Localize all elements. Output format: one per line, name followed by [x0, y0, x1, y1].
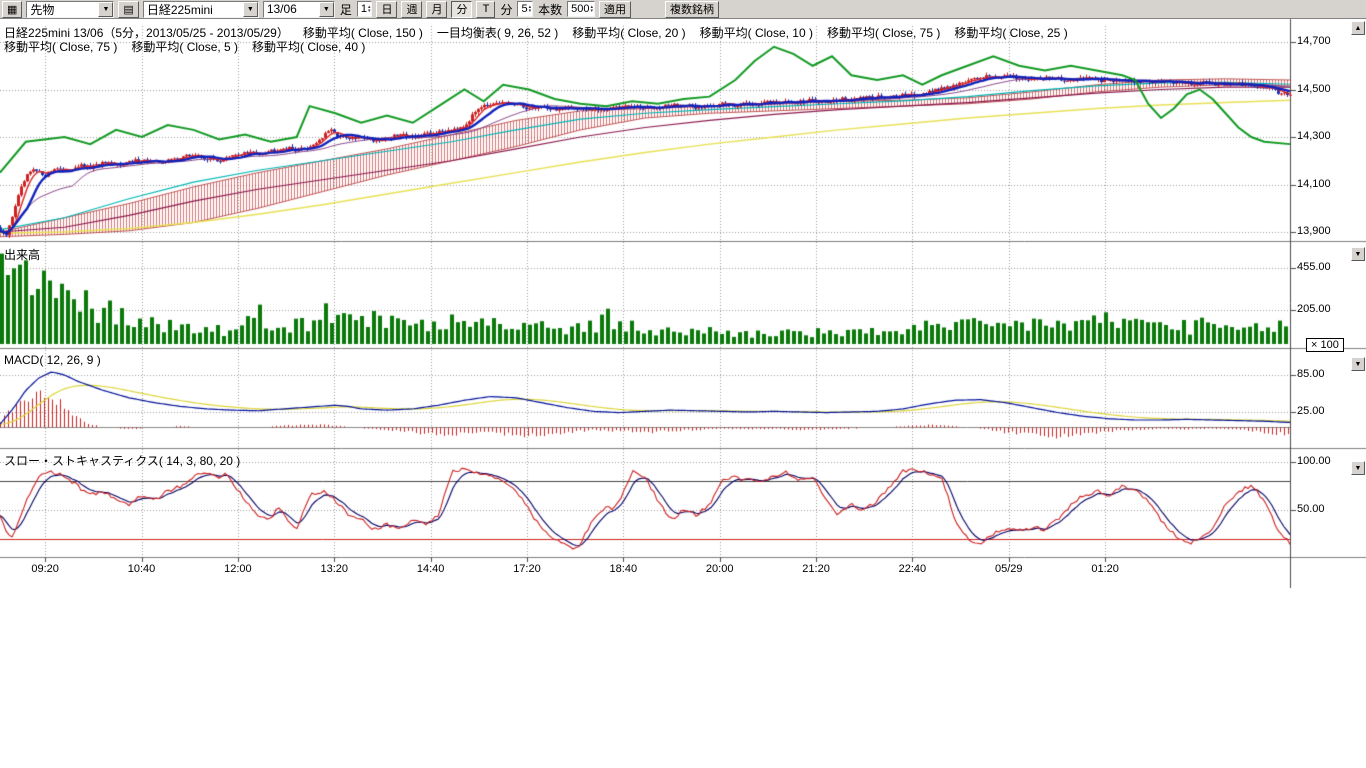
- period-week-button[interactable]: 週: [401, 1, 422, 18]
- indicator-label: 移動平均( Close, 25 ): [954, 24, 1067, 41]
- bar-type-label: 足: [339, 1, 353, 18]
- symbol-value: 日経225mini: [144, 1, 243, 18]
- time-axis-label: 09:20: [31, 563, 59, 575]
- grid-icon: ▦: [7, 3, 17, 16]
- spin-down-icon[interactable]: ▾: [529, 9, 532, 13]
- price-chart-canvas: [0, 0, 1366, 768]
- down-arrow-icon: ▼: [1355, 251, 1362, 258]
- spin-down-icon[interactable]: ▾: [368, 9, 371, 13]
- spinner-icon[interactable]: ▴▾: [529, 5, 532, 13]
- price-axis-label: 14,100: [1297, 178, 1331, 190]
- volume-panel-label: 出来高: [4, 246, 40, 263]
- minute-label: 分: [499, 1, 513, 18]
- stoch-axis-label: 100.00: [1297, 455, 1331, 467]
- macd-axis-scroll-down-button[interactable]: ▼: [1351, 357, 1365, 371]
- price-axis-label: 13,900: [1297, 225, 1331, 237]
- chevron-down-icon[interactable]: ▼: [319, 2, 334, 17]
- price-axis-scroll-up-button[interactable]: ▲: [1351, 21, 1365, 35]
- volume-multiplier-badge: × 100: [1306, 338, 1344, 352]
- price-axis-label: 14,700: [1297, 35, 1331, 47]
- bars-value: 500: [571, 3, 589, 15]
- minute-value: 5: [521, 3, 527, 15]
- period-tick-button[interactable]: T: [476, 1, 495, 18]
- time-axis-label: 12:00: [224, 563, 252, 575]
- price-axis-label: 14,500: [1297, 83, 1331, 95]
- layout-button[interactable]: ▦: [2, 1, 22, 18]
- time-axis-label: 18:40: [610, 563, 638, 575]
- indicator-label: 移動平均( Close, 5 ): [131, 38, 238, 55]
- minute-input[interactable]: 5 ▴▾: [517, 1, 533, 17]
- macd-axis-label: 85.00: [1297, 368, 1325, 380]
- price-axis-label: 14,300: [1297, 130, 1331, 142]
- time-axis-label: 05/29: [995, 563, 1023, 575]
- chart-header-line2: 移動平均( Close, 75 ) 移動平均( Close, 5 ) 移動平均( C…: [4, 38, 365, 55]
- stoch-axis-label: 50.00: [1297, 503, 1325, 515]
- time-axis-label: 17:20: [513, 563, 541, 575]
- indicator-label: 移動平均( Close, 20 ): [572, 24, 685, 41]
- macd-axis-label: 25.00: [1297, 405, 1325, 417]
- chevron-down-icon[interactable]: ▼: [243, 2, 258, 17]
- spinner-icon[interactable]: ▴▾: [368, 5, 371, 13]
- period-day-button[interactable]: 日: [376, 1, 397, 18]
- instrument-type-dropdown[interactable]: 先物 ▼: [26, 1, 114, 18]
- indicator-label: 一目均衡表( 9, 26, 52 ): [437, 24, 558, 41]
- symbol-list-button[interactable]: ▤: [118, 1, 138, 18]
- indicator-label: 移動平均( Close, 40 ): [252, 38, 365, 55]
- chevron-down-icon[interactable]: ▼: [98, 2, 113, 17]
- volume-axis-label: 205.00: [1297, 303, 1331, 315]
- spin-down-icon[interactable]: ▾: [591, 9, 594, 13]
- main-toolbar: ▦ 先物 ▼ ▤ 日経225mini ▼ 13/06 ▼ 足 1 ▴▾ 日 週 …: [0, 0, 1366, 19]
- toolbar-spacer: [635, 9, 661, 10]
- down-arrow-icon: ▼: [1355, 465, 1362, 472]
- down-arrow-icon: ▼: [1355, 361, 1362, 368]
- time-axis-label: 01:20: [1091, 563, 1119, 575]
- chart-application-window: ▦ 先物 ▼ ▤ 日経225mini ▼ 13/06 ▼ 足 1 ▴▾ 日 週 …: [0, 0, 1366, 768]
- time-axis-label: 10:40: [128, 563, 156, 575]
- bars-label: 本数: [537, 1, 563, 18]
- volume-axis-scroll-down-button[interactable]: ▼: [1351, 247, 1365, 261]
- period-month-button[interactable]: 月: [426, 1, 447, 18]
- stoch-panel-label: スロー・ストキャスティクス( 14, 3, 80, 20 ): [4, 452, 240, 469]
- symbol-dropdown[interactable]: 日経225mini ▼: [143, 1, 259, 18]
- up-arrow-icon: ▲: [1355, 25, 1362, 32]
- list-icon: ▤: [123, 3, 133, 16]
- contract-month-dropdown[interactable]: 13/06 ▼: [263, 1, 335, 18]
- indicator-label: 移動平均( Close, 75 ): [4, 38, 117, 55]
- bars-input[interactable]: 500 ▴▾: [567, 1, 595, 17]
- instrument-type-value: 先物: [27, 1, 98, 18]
- time-axis-label: 13:20: [320, 563, 348, 575]
- time-axis-label: 21:20: [802, 563, 830, 575]
- apply-button[interactable]: 適用: [599, 1, 631, 18]
- interval-input[interactable]: 1 ▴▾: [357, 1, 373, 17]
- multi-symbol-button[interactable]: 複数銘柄: [665, 1, 719, 18]
- time-axis-label: 20:00: [706, 563, 734, 575]
- spinner-icon[interactable]: ▴▾: [591, 5, 594, 13]
- indicator-label: 移動平均( Close, 10 ): [700, 24, 813, 41]
- period-minute-button[interactable]: 分: [451, 1, 472, 18]
- interval-value: 1: [361, 3, 367, 15]
- contract-month-value: 13/06: [264, 2, 319, 16]
- stoch-axis-scroll-down-button[interactable]: ▼: [1351, 461, 1365, 475]
- time-axis-label: 14:40: [417, 563, 445, 575]
- indicator-label: 移動平均( Close, 75 ): [827, 24, 940, 41]
- macd-panel-label: MACD( 12, 26, 9 ): [4, 353, 101, 367]
- time-axis-label: 22:40: [899, 563, 927, 575]
- volume-axis-label: 455.00: [1297, 261, 1331, 273]
